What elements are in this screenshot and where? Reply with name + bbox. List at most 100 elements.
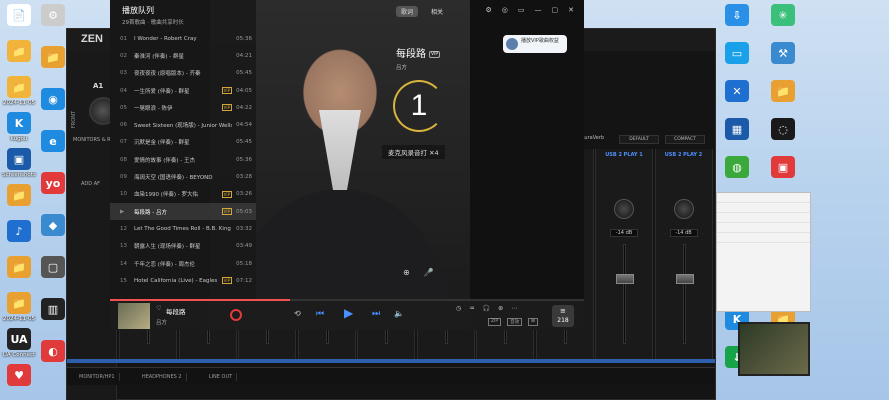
volume-icon[interactable]: 🔈 [394, 309, 404, 318]
fader-track[interactable] [682, 244, 686, 344]
queue-item[interactable]: 02 秦淮河 (伴奏) - 群星 04:21 [110, 47, 256, 64]
queue-item[interactable]: 05 一晃眼浪 - 陈伊 VIP 04:22 [110, 99, 256, 116]
queue-item-title: Let The Good Times Roll - B.B. King [134, 225, 231, 232]
desktop-icon[interactable]: ▦ [718, 118, 756, 142]
queue-item-title: Hotel California (Live) - Eagles [134, 277, 218, 284]
pan-knob[interactable] [614, 199, 634, 219]
app-icon: ▢ [41, 256, 65, 278]
close-icon[interactable]: ✕ [568, 6, 574, 14]
desktop-icon[interactable]: ⚒ [764, 42, 802, 66]
like-icon[interactable]: ♡ [156, 305, 161, 312]
mode-badge[interactable]: ⊞ [528, 318, 538, 326]
tab-lyrics[interactable]: 歌词 [396, 6, 419, 17]
record-icon[interactable] [230, 309, 242, 321]
now-playing-cover[interactable] [118, 303, 150, 329]
desktop-icon[interactable]: ▭ [718, 42, 756, 66]
now-playing-artist[interactable]: 吕方 [156, 318, 167, 326]
desktop-icon[interactable]: 📁 [0, 256, 38, 280]
desktop-icon[interactable]: ⚙ [34, 4, 72, 28]
gain-readout: -14 dB [610, 229, 638, 237]
desktop-icon[interactable]: ◍ [718, 156, 756, 180]
progress-bar[interactable] [110, 299, 584, 301]
channel-name: USB 2 PLAY 2 [664, 152, 703, 158]
queue-item[interactable]: 14 千年之恋 (伴奏) - 周杰伦 05:18 [110, 255, 256, 272]
sound-effect-badge[interactable]: 音效 [507, 318, 523, 326]
mic-icon[interactable]: 🎤 [424, 268, 434, 277]
tab-headphones-2[interactable]: HEADPHONES 2 [138, 373, 187, 381]
tab-related[interactable]: 相关 [426, 6, 448, 17]
desktop-icon[interactable]: ▣ [764, 156, 802, 180]
queue-item[interactable]: 04 一生所爱 (伴奏) - 群星 VIP 04:05 [110, 82, 256, 99]
app-icon: ⚒ [771, 42, 795, 64]
queue-item[interactable]: 06 Sweet Sixteen (现场版) - Junior Wells 04:5… [110, 116, 256, 133]
front-label: FRONT [71, 111, 77, 129]
settings-icon[interactable]: ⚙ [485, 6, 491, 14]
queue-item[interactable]: 01 I Wonder - Robert Cray 05:36 [110, 30, 256, 47]
play-icon[interactable]: ▶ [344, 306, 353, 320]
video-thumbnail[interactable] [738, 322, 810, 376]
queue-item[interactable]: 10 血染1990 (伴奏) - 罗大佑 VIP 03:26 [110, 186, 256, 203]
queue-item[interactable]: 09 海阔天空 (国语伴奏) - BEYOND 03:28 [110, 168, 256, 185]
tab-line-out[interactable]: LINE OUT [205, 373, 238, 381]
next-icon[interactable]: ⏭ [372, 309, 380, 319]
desktop-icon[interactable]: ▣ Screenshots [0, 148, 38, 179]
desktop-icon[interactable]: 📁 [0, 184, 38, 208]
desktop-icon[interactable]: UA UA Connect [0, 328, 38, 359]
queue-item[interactable]: 08 爱情的故事 (伴奏) - 王杰 05:36 [110, 151, 256, 168]
vip-notice[interactable]: 播放VIP歌曲权益 [503, 35, 567, 53]
now-playing-title[interactable]: 每段路 [166, 306, 186, 316]
queue-item[interactable]: ▶ 每段路 - 吕方 VIP 05:03 [110, 202, 256, 221]
desktop-icon[interactable]: 📁 [764, 80, 802, 104]
queue-item[interactable]: 03 夜夜夜夜 (原唱版本) - 齐秦 05:45 [110, 65, 256, 82]
tab-monitor-hp1[interactable]: MONITOR/HP1 [75, 373, 120, 381]
desktop-icon[interactable]: Kkugou [0, 112, 38, 143]
sound-icon[interactable]: ⊛ [498, 305, 503, 312]
desktop-icon[interactable]: ♪ [0, 220, 38, 244]
effects-icon[interactable]: ♒ [469, 305, 474, 312]
desktop-icon[interactable]: 📄 [0, 4, 38, 28]
fader-handle[interactable] [675, 274, 694, 284]
desktop-icon[interactable]: ◌ [764, 118, 802, 142]
queue-item[interactable]: 12 Let The Good Times Roll - B.B. King 03:… [110, 220, 256, 237]
desktop-icon[interactable]: 📁 2024-11-05 [0, 292, 38, 323]
queue-item-duration: 03:28 [236, 174, 252, 181]
desktop-icon[interactable]: ⇩ [718, 4, 756, 28]
desktop-icon[interactable]: 📁 [0, 40, 38, 64]
mini-mode-icon[interactable]: ▭ [518, 6, 525, 14]
more-icon[interactable]: ⋯ [511, 305, 517, 312]
minimize-icon[interactable]: — [535, 6, 542, 14]
add-icon[interactable]: ⊕ [403, 268, 410, 277]
queue-item[interactable]: 15 Hotel California (Live) - Eagles VIP 07:… [110, 272, 256, 289]
queue-item[interactable]: 07 沉默是金 (伴奏) - 群星 05:45 [110, 134, 256, 151]
pan-knob[interactable] [673, 199, 694, 219]
song-artist[interactable]: 吕方 [396, 63, 407, 71]
mixer-channel: USB 2 PLAY 1-14 dBSOLOMUTELINK [595, 149, 653, 377]
default-button[interactable]: DEFAULT [619, 135, 659, 144]
vip-badge: VIP [429, 50, 441, 58]
add-label[interactable]: ADD AF [81, 179, 100, 189]
previous-icon[interactable]: ⏮ [316, 309, 324, 319]
quality-badge[interactable]: ZIP [488, 318, 502, 326]
headphone-icon[interactable]: 🎧 [483, 305, 490, 312]
fader-handle[interactable] [616, 274, 634, 284]
desktop-icon[interactable]: ✳ [764, 4, 802, 28]
app-icon: ◆ [41, 214, 65, 236]
queue-item-number: 06 [120, 122, 127, 129]
vip-tag: VIP [221, 104, 232, 112]
timer-icon[interactable]: ◷ [456, 305, 461, 312]
desktop-icon[interactable]: 📁 2024-11-05 [0, 76, 38, 107]
desktop-icon[interactable]: ✕ [718, 80, 756, 104]
compact-button[interactable]: COMPACT [665, 135, 705, 144]
maximize-icon[interactable]: ▢ [552, 6, 559, 14]
skin-icon[interactable]: ◎ [502, 6, 508, 14]
queue-item-title: 一生所爱 (伴奏) - 群星 [134, 88, 190, 95]
app-icon: ⇩ [725, 4, 749, 26]
mic-record-info[interactable]: 麦克风录音打 ✕4 [382, 145, 445, 159]
queue-item[interactable]: 13 朝露人生 (现场伴奏) - 群星 03:49 [110, 238, 256, 255]
loop-icon[interactable]: ⟲ [294, 309, 301, 318]
desktop-icon[interactable]: ♥ [0, 364, 38, 388]
queue-count-button[interactable]: 218 [552, 305, 574, 327]
app-icon: ▣ [771, 156, 795, 178]
queue-item-duration: 07:12 [236, 277, 252, 284]
fader-track[interactable] [623, 244, 626, 344]
